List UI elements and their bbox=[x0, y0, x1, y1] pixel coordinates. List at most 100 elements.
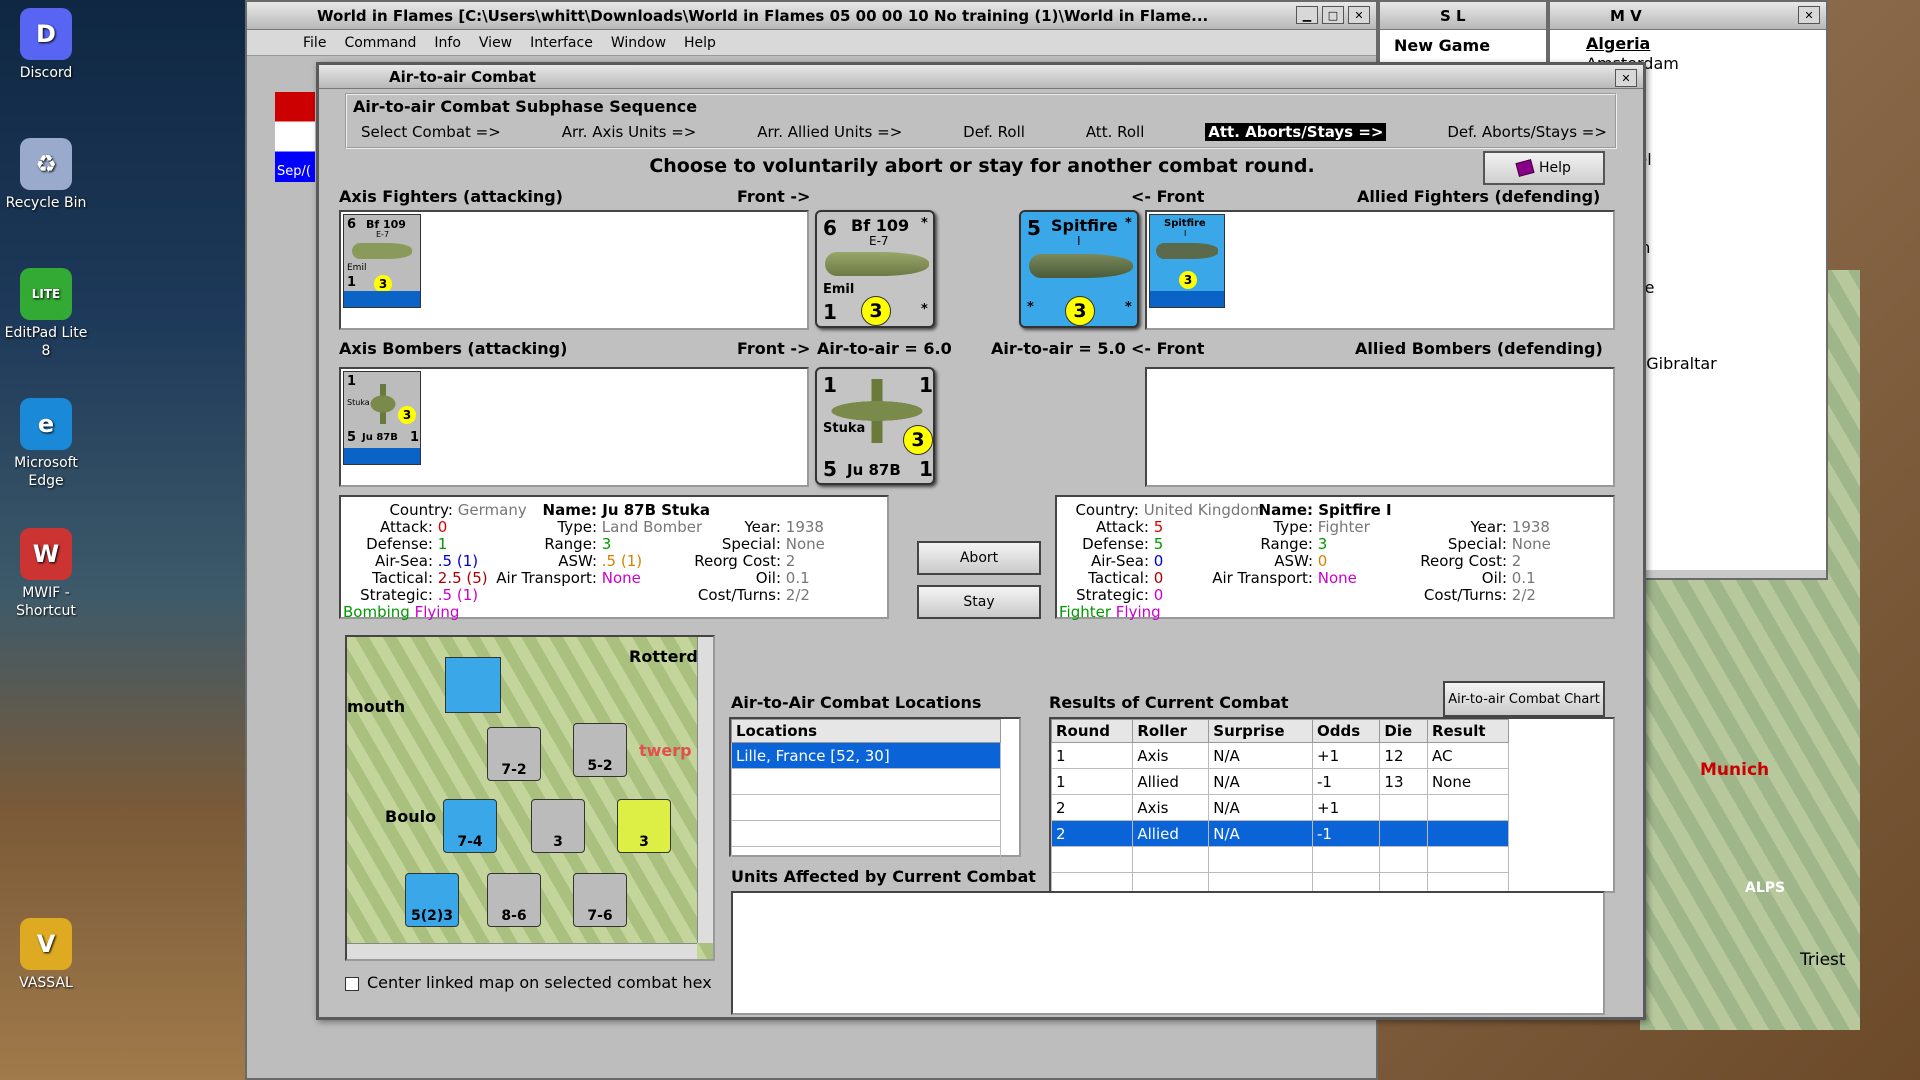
location-cell bbox=[731, 794, 1001, 821]
axis-attack-key: Attack: bbox=[380, 518, 433, 536]
maximize-icon[interactable]: □ bbox=[1322, 6, 1344, 24]
map-unit-counter[interactable]: 7-6 bbox=[573, 873, 627, 927]
menu-command[interactable]: Command bbox=[344, 35, 416, 51]
locations-list[interactable]: Locations Lille, France [52, 30] bbox=[729, 717, 1021, 873]
dialog-titlebar[interactable]: Air-to-air Combat ✕ bbox=[319, 65, 1643, 89]
axis-defense-key: Defense: bbox=[366, 535, 433, 553]
mini-bf109-counter[interactable]: 6 Bf 109 E-7 Emil 1 3 bbox=[343, 214, 421, 308]
menu-info[interactable]: Info bbox=[434, 35, 461, 51]
desktop-icon-1[interactable]: ♻ Recycle Bin bbox=[0, 138, 92, 212]
minimap-horizontal-scrollbar[interactable] bbox=[347, 943, 697, 959]
results-header-result: Result bbox=[1426, 719, 1510, 743]
help-button[interactable]: Help bbox=[1483, 151, 1605, 185]
results-row[interactable]: 2 Axis N/A +1 bbox=[1050, 794, 1510, 821]
axis-reorg-key: Reorg Cost: bbox=[694, 552, 781, 570]
stay-button[interactable]: Stay bbox=[917, 585, 1041, 619]
map-label-munich: Munich bbox=[1700, 760, 1770, 780]
minimap-vertical-scrollbar[interactable] bbox=[697, 637, 713, 943]
map-label-boulogne: Boulo bbox=[385, 807, 437, 826]
minimize-icon[interactable]: ▁ bbox=[1296, 6, 1318, 24]
close-icon[interactable]: ✕ bbox=[1615, 69, 1637, 87]
allied-asw-key: ASW: bbox=[1274, 552, 1313, 570]
results-cell: N/A bbox=[1208, 768, 1314, 795]
map-unit-counter[interactable]: 8-6 bbox=[487, 873, 541, 927]
scenario-list-item[interactable]: Algeria bbox=[1586, 34, 1826, 54]
spitfire-sub: I bbox=[1077, 234, 1081, 248]
menu-window[interactable]: Window bbox=[611, 35, 666, 51]
mini-stuka-bottom-left: 5 bbox=[347, 430, 357, 445]
allied-airtransport: None bbox=[1317, 569, 1357, 587]
allied-country-key: Country: bbox=[1075, 501, 1139, 519]
menu-view[interactable]: View bbox=[479, 35, 512, 51]
side-window-sl-titlebar[interactable]: S L bbox=[1380, 2, 1546, 30]
front-left-label-2: <- Front bbox=[1131, 339, 1205, 358]
bf109-counter[interactable]: 6 Bf 109 * E-7 Emil 1 3 * bbox=[815, 210, 935, 328]
desktop-icon-3[interactable]: e Microsoft Edge bbox=[0, 398, 92, 490]
axis-fighters-label: Axis Fighters (attacking) bbox=[339, 187, 563, 206]
desktop-icon-0[interactable]: D Discord bbox=[0, 8, 92, 82]
location-row[interactable] bbox=[731, 768, 1001, 795]
side-window-mv-titlebar[interactable]: M V ✕ bbox=[1550, 2, 1826, 30]
close-icon[interactable]: ✕ bbox=[1798, 6, 1820, 24]
map-unit-counter[interactable]: 7-2 bbox=[487, 727, 541, 781]
desktop-app-icon: W bbox=[20, 528, 72, 580]
desktop-icon-4[interactable]: W MWIF - Shortcut bbox=[0, 528, 92, 620]
results-table-panel: Round Roller Surprise Odds Die Result 1 Axis N/… bbox=[1049, 717, 1615, 899]
axis-special: None bbox=[785, 535, 825, 553]
results-header-roller: Roller bbox=[1132, 719, 1210, 743]
stay-label: Stay bbox=[963, 594, 995, 610]
results-row[interactable]: 2 Allied N/A -1 bbox=[1050, 820, 1510, 847]
location-row[interactable] bbox=[731, 820, 1001, 847]
linked-minimap[interactable]: Rotterd mouth twerp Boulo 7-2 5-2 7-4 3 3 5(2… bbox=[345, 635, 715, 961]
results-cell bbox=[1208, 846, 1314, 873]
axis-unit-info: Country: Germany Attack: 0 Defense: 1 Ai… bbox=[339, 495, 889, 621]
allied-reorg: 2 bbox=[1511, 552, 1522, 570]
spitfire-counter[interactable]: 5 Spitfire * I * 3 * bbox=[1019, 210, 1139, 328]
mini-spitfire-counter[interactable]: Spitfire I 3 bbox=[1149, 214, 1225, 308]
stuka-counter[interactable]: 1 1 Stuka 3 5 Ju 87B 1 bbox=[815, 367, 935, 485]
map-unit-counter[interactable]: 3 bbox=[617, 799, 671, 853]
main-window-titlebar[interactable]: World in Flames [C:\Users\whitt\Download… bbox=[247, 2, 1376, 30]
axis-range: 3 bbox=[601, 535, 612, 553]
stuka-range-dot: 3 bbox=[903, 425, 933, 455]
map-unit-counter[interactable]: 5(2)3 bbox=[405, 873, 459, 927]
location-row[interactable]: Lille, France [52, 30] bbox=[731, 742, 1001, 769]
results-row[interactable] bbox=[1050, 846, 1510, 873]
map-unit-counter[interactable]: 5-2 bbox=[573, 723, 627, 777]
results-header-surprise: Surprise bbox=[1208, 719, 1314, 743]
map-label-rotterdam: Rotterd bbox=[629, 647, 698, 666]
desktop-icon-2[interactable]: LITE EditPad Lite 8 bbox=[0, 268, 92, 360]
desktop-icon-5[interactable]: V VASSAL bbox=[0, 918, 92, 992]
menu-help[interactable]: Help bbox=[684, 35, 716, 51]
results-cell: Axis bbox=[1132, 742, 1210, 769]
axis-country-key: Country: bbox=[389, 501, 453, 519]
center-linked-checkbox[interactable] bbox=[345, 976, 359, 991]
menu-interface[interactable]: Interface bbox=[530, 35, 593, 51]
allied-fighters-panel[interactable]: Spitfire I 3 bbox=[1145, 210, 1615, 330]
center-linked-checkbox-row[interactable]: Center linked map on selected combat hex bbox=[345, 973, 712, 992]
allied-bombers-panel[interactable] bbox=[1145, 367, 1615, 487]
abort-button[interactable]: Abort bbox=[917, 541, 1041, 575]
map-unit-counter[interactable]: 7-4 bbox=[443, 799, 497, 853]
axis-bombers-panel[interactable]: 1 Stuka 3 5 Ju 87B 1 bbox=[339, 367, 809, 487]
map-spitfire-counter[interactable] bbox=[445, 657, 501, 713]
map-unit-counter[interactable]: 3 bbox=[531, 799, 585, 853]
allied-tactical-key: Tactical: bbox=[1088, 569, 1149, 587]
location-row[interactable] bbox=[731, 794, 1001, 821]
mini-stuka-counter[interactable]: 1 Stuka 3 5 Ju 87B 1 bbox=[343, 371, 421, 465]
bf109-range-dot: 3 bbox=[861, 296, 891, 326]
instruction-text: Choose to voluntarily abort or stay for … bbox=[649, 155, 1315, 177]
allied-air-to-air-value: Air-to-air = 5.0 bbox=[991, 339, 1126, 358]
results-row[interactable]: 1 Axis N/A +1 12 AC bbox=[1050, 742, 1510, 769]
close-icon[interactable]: ✕ bbox=[1348, 6, 1370, 24]
menu-file[interactable]: File bbox=[303, 35, 326, 51]
allied-year: 1938 bbox=[1511, 518, 1550, 536]
results-row[interactable]: 1 Allied N/A -1 13 None bbox=[1050, 768, 1510, 795]
sequence-step-5: Att. Aborts/Stays => bbox=[1205, 123, 1387, 141]
allied-bombers-label: Allied Bombers (defending) bbox=[1355, 339, 1603, 358]
axis-fighters-panel[interactable]: 6 Bf 109 E-7 Emil 1 3 bbox=[339, 210, 809, 330]
air-to-air-chart-button[interactable]: Air-to-air Combat Chart bbox=[1443, 681, 1605, 717]
allied-flying: Flying bbox=[1115, 603, 1161, 621]
axis-airsea: .5 (1) bbox=[437, 552, 479, 570]
results-cell: AC bbox=[1426, 742, 1510, 769]
